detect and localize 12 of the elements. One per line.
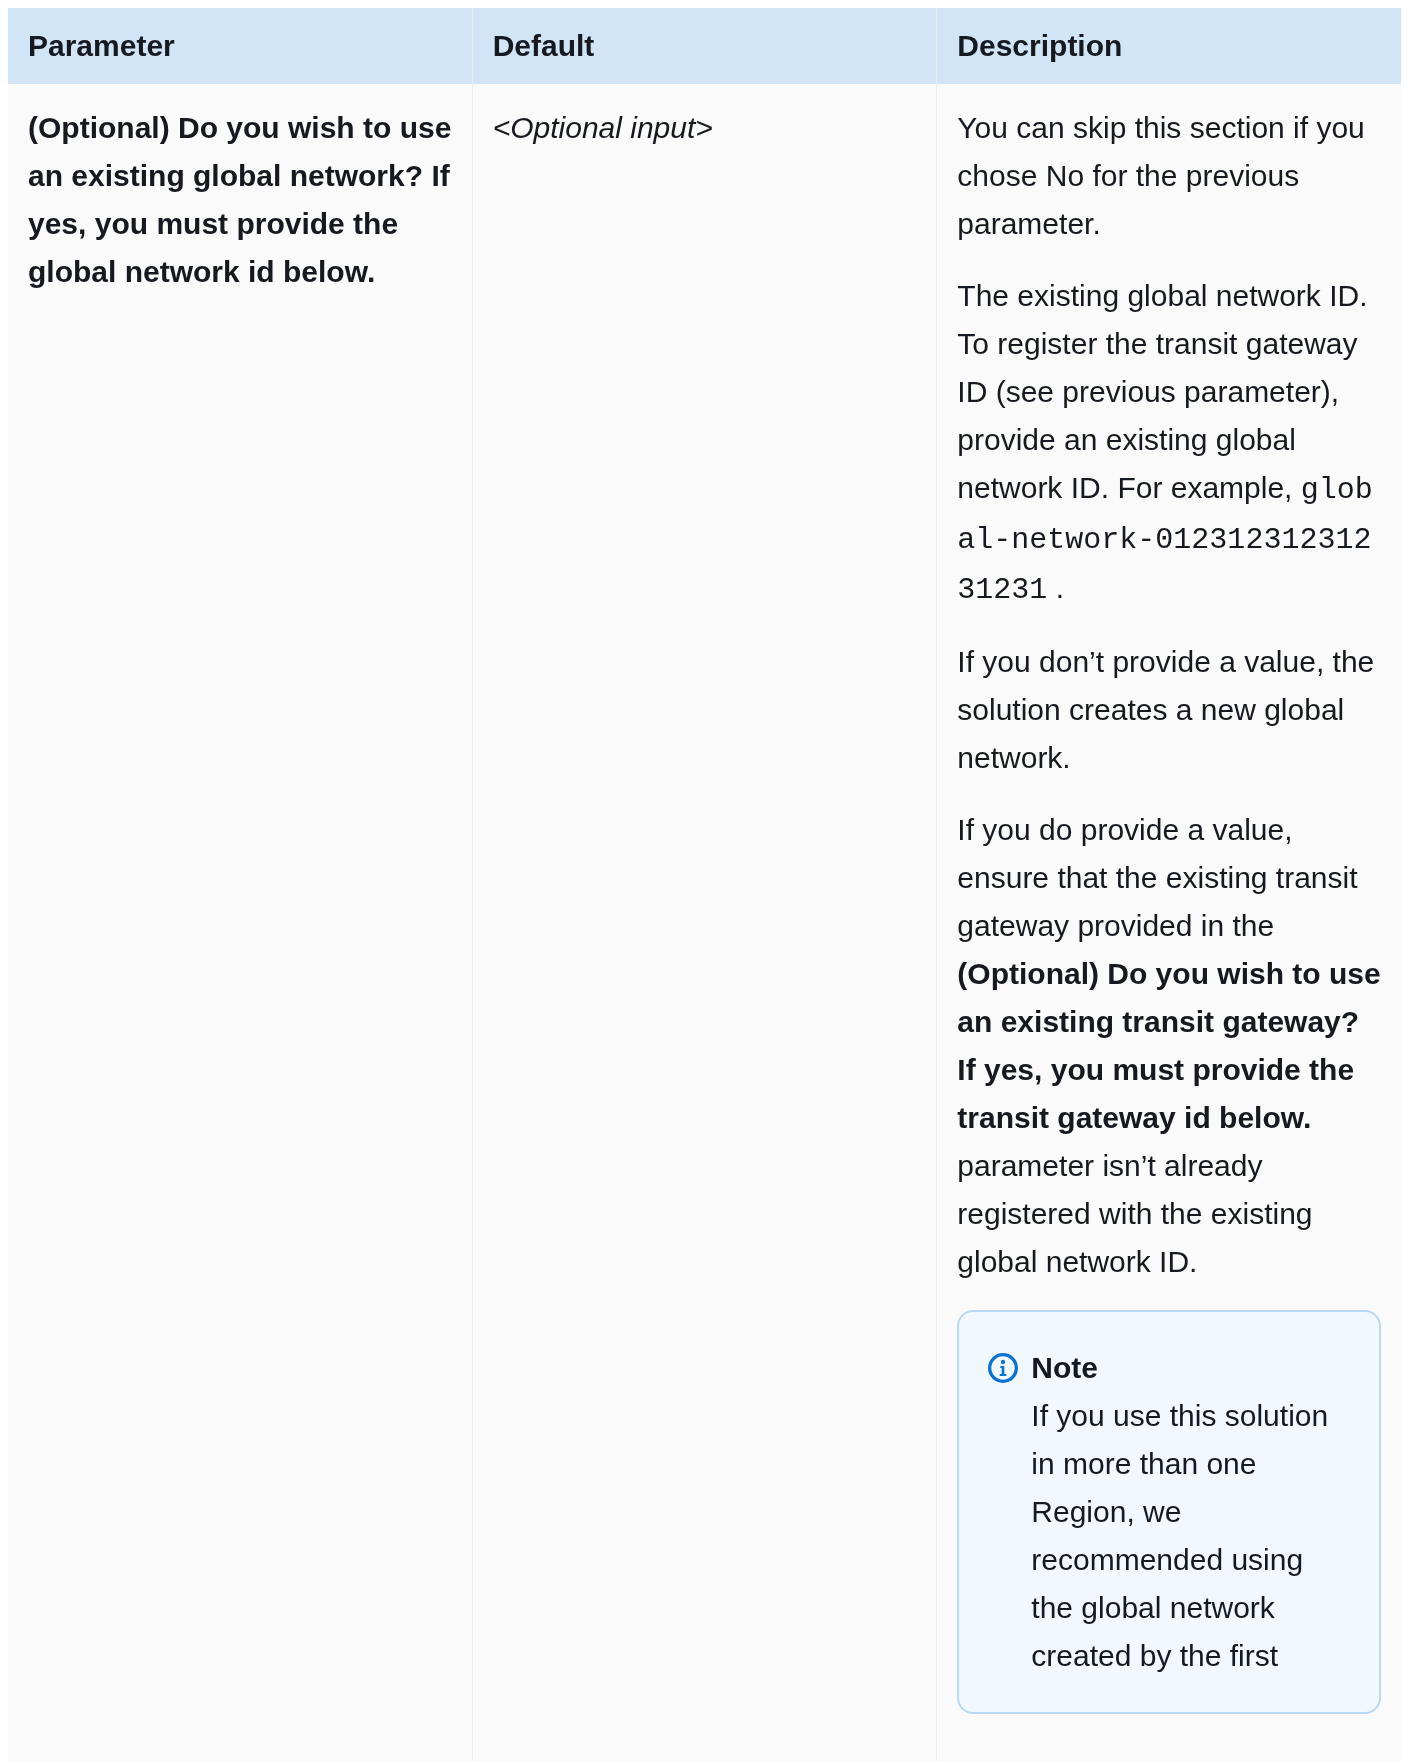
description-paragraph: If you do provide a value, ensure that the existing transit gateway provided in the (Optional) Do you wish to use an existing transit gateway? If yes, you must provide the transit gateway id below. parameter isn’t already registered with the existing global network ID. (957, 812, 1381, 1280)
column-header: Description (937, 8, 1401, 84)
description-paragraph: The existing global network ID. To register the transit gateway ID (see previous parameter), provide an existing global network ID. For example, global-network-01231231231231231 . (957, 278, 1374, 609)
column-header: Default (472, 8, 937, 84)
note-text: If you use this solution in more than one Region, we recommended using the global network created by the first (1031, 1398, 1330, 1674)
default-value: <Optional input> (492, 110, 714, 146)
column-header: Parameter (8, 8, 472, 84)
info-icon (987, 1352, 1020, 1384)
note-title: Note (1031, 1350, 1099, 1386)
description-paragraph: You can skip this section if you chose No for the previous parameter. (957, 110, 1366, 242)
parameter-name: (Optional) Do you wish to use an existing global network? If yes, you must provide the global network id below. (28, 110, 452, 290)
description-paragraph: If you don’t provide a value, the solution creates a new global network. (957, 644, 1376, 776)
